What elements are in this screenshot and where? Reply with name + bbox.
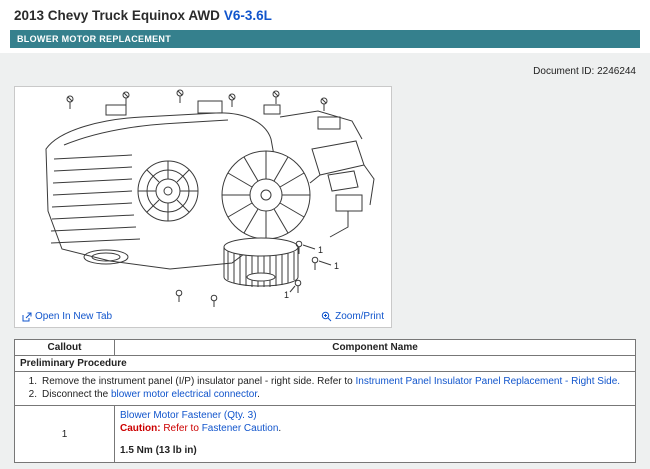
table-header-row: Callout Component Name bbox=[15, 340, 636, 356]
engine-label: V6-3.6L bbox=[224, 8, 272, 23]
blower-motor-housing bbox=[222, 151, 310, 239]
ip-insulator-panel-link[interactable]: Instrument Panel Insulator Panel Replace… bbox=[355, 376, 620, 387]
step-text-body: Disconnect the bbox=[42, 389, 111, 400]
blower-motor-connector-link[interactable]: blower motor electrical connector bbox=[111, 389, 257, 400]
document-id: Document ID: 2246244 bbox=[0, 53, 650, 86]
preliminary-procedure-title: Preliminary Procedure bbox=[15, 356, 636, 372]
component-row: 1 Blower Motor Fastener (Qty. 3) Caution… bbox=[15, 406, 636, 463]
open-in-new-tab-label: Open In New Tab bbox=[35, 311, 112, 322]
caution-refer-text: Refer to bbox=[161, 423, 202, 434]
callout-label: 1 bbox=[318, 245, 323, 255]
step-number: 1. bbox=[23, 375, 37, 388]
housing-ribs bbox=[51, 155, 140, 243]
blower-motor-diagram: 1 1 1 bbox=[15, 87, 391, 309]
blower-motor-fastener-link[interactable]: Blower Motor Fastener (Qty. 3) bbox=[120, 410, 257, 421]
zoom-print-label: Zoom/Print bbox=[335, 311, 384, 322]
connector-bracket bbox=[310, 141, 374, 237]
step-text-body: Remove the instrument panel (I/P) insula… bbox=[42, 376, 355, 387]
torque-spec: 1.5 Nm (13 lb in) bbox=[120, 444, 630, 457]
preliminary-step-1: 1. Remove the instrument panel (I/P) ins… bbox=[23, 375, 631, 388]
caution-period: . bbox=[278, 423, 281, 434]
blower-wheel bbox=[224, 238, 298, 287]
page-header: 2013 Chevy Truck Equinox AWD V6-3.6L BLOW… bbox=[0, 0, 650, 53]
components-table: Callout Component Name Preliminary Proce… bbox=[14, 339, 636, 463]
figure-footer: Open In New Tab Zoom/Print bbox=[15, 309, 391, 327]
component-name-cell: Blower Motor Fastener (Qty. 3) Caution: … bbox=[115, 406, 636, 463]
callout-number-cell: 1 bbox=[15, 406, 115, 463]
preliminary-steps-row: 1. Remove the instrument panel (I/P) ins… bbox=[15, 372, 636, 406]
caution-line: Caution: Refer to Fastener Caution. bbox=[120, 422, 630, 435]
caution-label: Caution: bbox=[120, 423, 161, 434]
open-in-new-tab-link[interactable]: Open In New Tab bbox=[22, 311, 112, 322]
housing-dome bbox=[138, 161, 198, 221]
preliminary-step-2: 2. Disconnect the blower motor electrica… bbox=[23, 388, 631, 401]
step-text-suffix: . bbox=[257, 389, 260, 400]
magnifier-icon bbox=[321, 311, 332, 322]
service-manual-page: 2013 Chevy Truck Equinox AWD V6-3.6L BLOW… bbox=[0, 0, 650, 463]
component-column-header: Component Name bbox=[115, 340, 636, 356]
vehicle-title: 2013 Chevy Truck Equinox AWD bbox=[14, 8, 220, 23]
callout-labels: 1 1 1 bbox=[284, 245, 339, 300]
callout-label: 1 bbox=[284, 290, 289, 300]
callout-label: 1 bbox=[334, 261, 339, 271]
zoom-print-link[interactable]: Zoom/Print bbox=[321, 311, 384, 322]
step-text: Remove the instrument panel (I/P) insula… bbox=[42, 375, 620, 388]
figure-panel: 1 1 1 Open In New Tab Zoom/P bbox=[14, 86, 392, 328]
callout-column-header: Callout bbox=[15, 340, 115, 356]
step-number: 2. bbox=[23, 388, 37, 401]
step-text: Disconnect the blower motor electrical c… bbox=[42, 388, 260, 401]
diagram-linework bbox=[46, 90, 374, 307]
section-banner: BLOWER MOTOR REPLACEMENT bbox=[10, 30, 640, 48]
page-title: 2013 Chevy Truck Equinox AWD V6-3.6L bbox=[14, 8, 636, 23]
preliminary-procedure-row: Preliminary Procedure bbox=[15, 356, 636, 372]
fastener-caution-link[interactable]: Fastener Caution bbox=[202, 423, 279, 434]
open-in-new-tab-icon bbox=[22, 312, 32, 322]
